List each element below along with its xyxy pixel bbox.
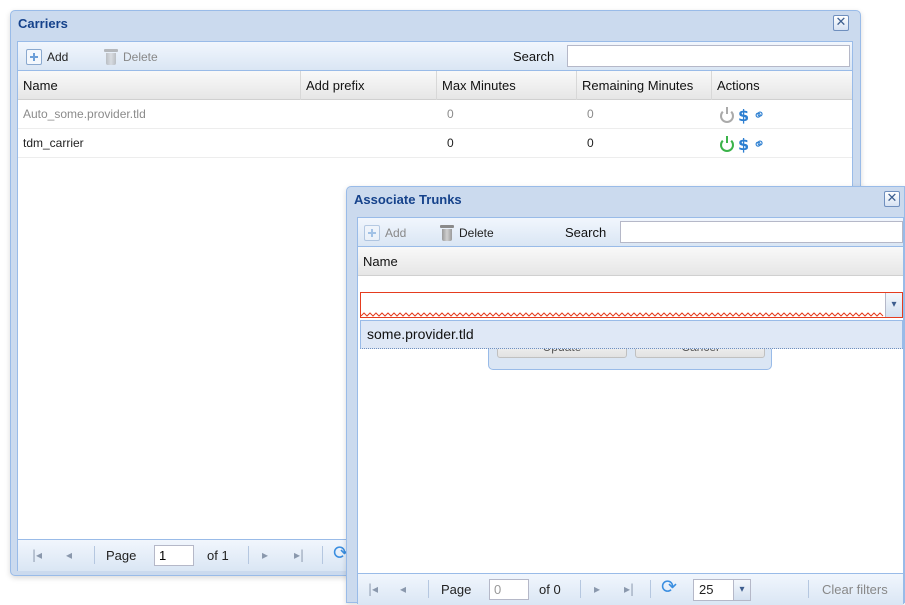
carriers-search-label: Search xyxy=(513,49,555,64)
trunks-grid-panel: Add Delete Search Name ▾ Update xyxy=(357,217,904,605)
cell-remaining-minutes: 0 xyxy=(587,107,594,121)
carriers-toolbar: Add Delete Search xyxy=(18,42,852,71)
page-size-value: 25 xyxy=(699,582,714,597)
cell-remaining-minutes: 0 xyxy=(587,136,594,150)
carriers-search-input[interactable] xyxy=(567,45,850,67)
column-header-name[interactable]: Name xyxy=(358,247,905,276)
power-icon[interactable] xyxy=(720,136,734,152)
trunks-add-label: Add xyxy=(385,226,407,240)
trunks-pager: |◂ ◂ Page of 0 ▸ ▸| 25 ▾ Clear filters xyxy=(358,573,903,605)
carriers-close-icon[interactable]: ✕ xyxy=(833,15,849,31)
cell-max-minutes: 0 xyxy=(447,107,454,121)
trunks-grid-header: Name xyxy=(358,247,903,276)
clear-filters-link[interactable]: Clear filters xyxy=(822,582,888,597)
trunk-name-combobox[interactable]: ▾ xyxy=(360,292,903,318)
trunks-add-button[interactable]: Add xyxy=(364,224,406,242)
last-page-icon[interactable]: ▸| xyxy=(294,548,304,562)
trunks-delete-button[interactable]: Delete xyxy=(440,224,494,242)
trunks-search-input[interactable] xyxy=(620,221,903,243)
trunks-toolbar: Add Delete Search xyxy=(358,218,903,247)
column-header-remaining-minutes[interactable]: Remaining Minutes xyxy=(577,71,712,100)
associate-trunks-window: Associate Trunks ✕ Add Delete Search Nam… xyxy=(346,186,905,605)
column-header-name[interactable]: Name xyxy=(18,71,301,100)
pager-separator xyxy=(322,546,323,564)
dropdown-option[interactable]: some.provider.tld xyxy=(367,326,474,342)
page-label: Page xyxy=(441,582,472,597)
pager-separator xyxy=(428,580,429,598)
prev-page-icon[interactable]: ◂ xyxy=(66,548,72,562)
carriers-delete-button[interactable]: Delete xyxy=(104,48,158,66)
combo-dropdown-list: some.provider.tld xyxy=(360,320,903,349)
column-header-max-minutes[interactable]: Max Minutes xyxy=(437,71,577,100)
cell-name: tdm_carrier xyxy=(23,136,84,150)
associate-trunks-close-icon[interactable]: ✕ xyxy=(884,191,900,207)
pager-separator xyxy=(650,580,651,598)
add-icon xyxy=(26,49,42,65)
next-page-icon[interactable]: ▸ xyxy=(594,582,600,596)
page-count: of 0 xyxy=(539,582,561,597)
cell-name: Auto_some.provider.tld xyxy=(23,107,146,121)
pager-separator xyxy=(248,546,249,564)
last-page-icon[interactable]: ▸| xyxy=(624,582,634,596)
table-row[interactable]: tdm_carrier 0 0 $ ⚭ xyxy=(18,129,852,158)
add-icon xyxy=(364,225,380,241)
row-actions: $ ⚭ xyxy=(720,104,769,126)
pager-separator xyxy=(94,546,95,564)
column-header-add-prefix[interactable]: Add prefix xyxy=(301,71,437,100)
column-header-actions[interactable]: Actions xyxy=(712,71,854,100)
carriers-delete-label: Delete xyxy=(123,50,158,64)
invalid-underline xyxy=(361,312,884,317)
pager-separator xyxy=(580,580,581,598)
table-row[interactable]: Auto_some.provider.tld 0 0 $ ⚭ xyxy=(18,100,852,129)
combo-dropdown-trigger[interactable]: ▾ xyxy=(885,293,902,317)
trunks-delete-label: Delete xyxy=(459,226,494,240)
trash-icon xyxy=(104,49,118,65)
carriers-add-label: Add xyxy=(47,50,69,64)
trunk-name-combobox-text[interactable] xyxy=(365,297,882,313)
first-page-icon[interactable]: |◂ xyxy=(32,548,42,562)
page-size-dropdown-icon[interactable]: ▾ xyxy=(733,580,750,600)
row-actions: $ ⚭ xyxy=(720,133,769,155)
cell-add-prefix xyxy=(301,129,306,158)
carriers-add-button[interactable]: Add xyxy=(26,48,68,66)
page-number-input[interactable] xyxy=(489,579,529,600)
power-icon[interactable] xyxy=(720,107,734,123)
page-label: Page xyxy=(106,548,137,563)
refresh-icon[interactable] xyxy=(660,576,678,598)
next-page-icon[interactable]: ▸ xyxy=(262,548,268,562)
cell-add-prefix xyxy=(301,100,306,129)
dollar-icon[interactable]: $ xyxy=(738,135,749,154)
first-page-icon[interactable]: |◂ xyxy=(368,582,378,596)
dollar-icon[interactable]: $ xyxy=(738,106,749,125)
prev-page-icon[interactable]: ◂ xyxy=(400,582,406,596)
cell-max-minutes: 0 xyxy=(447,136,454,150)
associate-trunks-title: Associate Trunks xyxy=(354,192,462,207)
carriers-grid-header: Name Add prefix Max Minutes Remaining Mi… xyxy=(18,71,852,100)
link-icon[interactable]: ⚭ xyxy=(749,133,769,155)
link-icon[interactable]: ⚭ xyxy=(749,104,769,126)
page-size-select[interactable]: 25 ▾ xyxy=(693,579,751,601)
carriers-window-title: Carriers xyxy=(18,16,68,31)
pager-separator xyxy=(808,580,809,598)
page-count: of 1 xyxy=(207,548,229,563)
trash-icon xyxy=(440,225,454,241)
page-number-input[interactable] xyxy=(154,545,194,566)
trunks-search-label: Search xyxy=(565,225,607,240)
